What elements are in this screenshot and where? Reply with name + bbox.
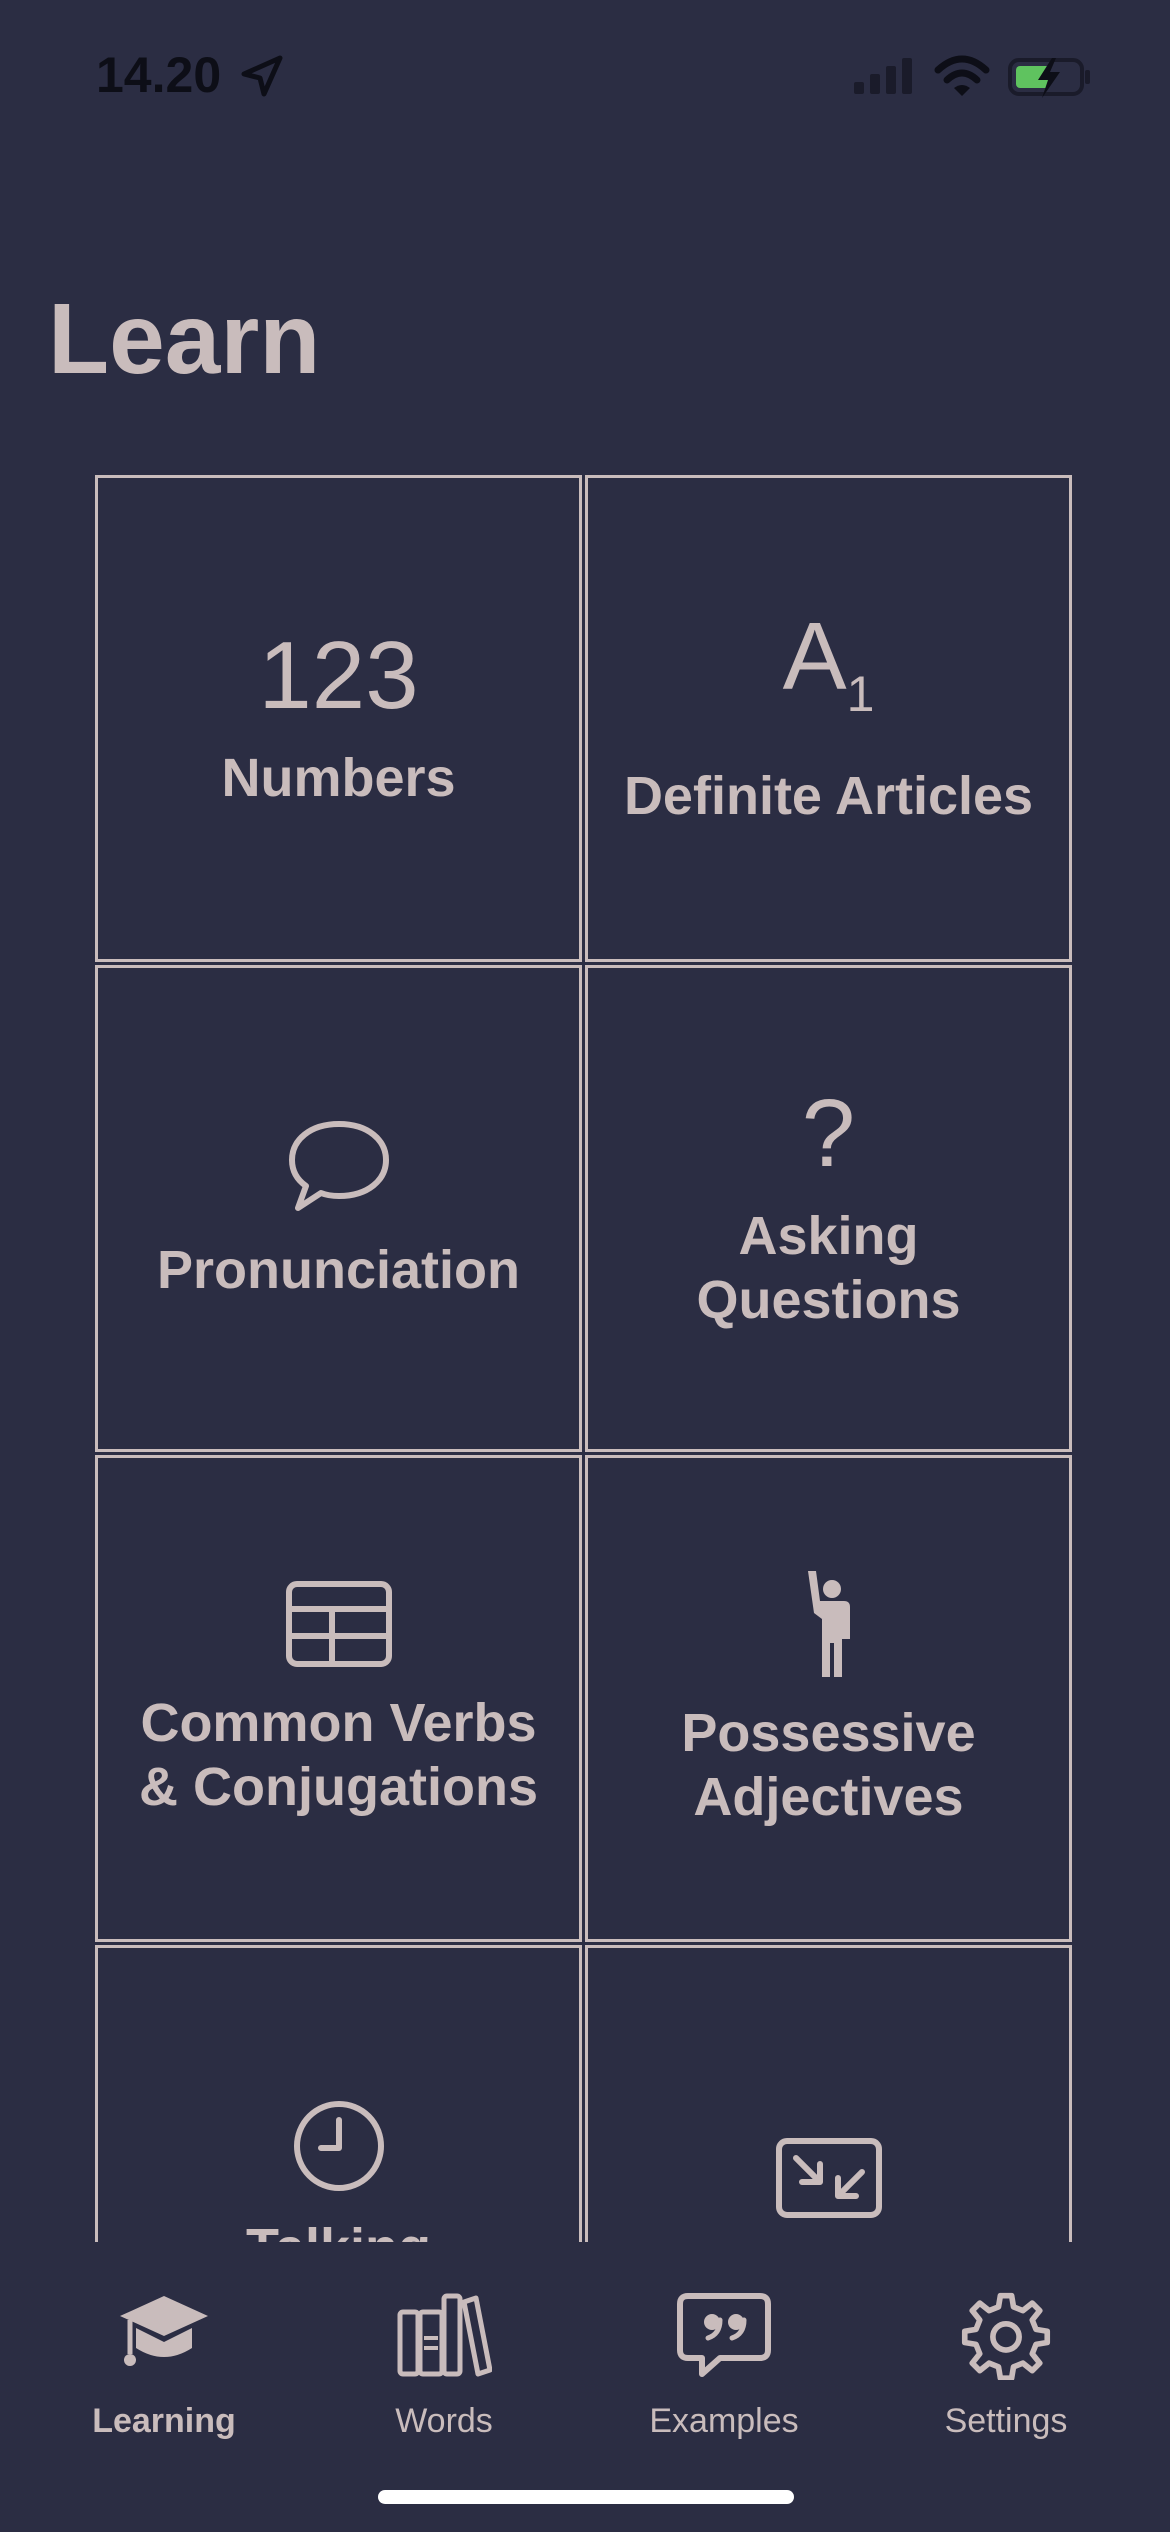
card-pronunciation[interactable]: Pronunciation: [95, 965, 582, 1452]
question-mark-icon: ?: [801, 1079, 856, 1187]
card-numbers[interactable]: 123 Numbers: [95, 475, 582, 962]
person-raising-hand-icon: [807, 1570, 850, 1677]
graduation-cap-icon: [120, 2296, 208, 2366]
home-indicator[interactable]: [378, 2490, 794, 2504]
card-label: Numbers: [221, 747, 456, 808]
tab-words[interactable]: Words: [298, 2242, 590, 2462]
card-label: Pronunciation: [157, 1239, 520, 1300]
tab-bar: Learning Words Examples Settings: [0, 2242, 1170, 2532]
arrows-in-frame-icon: [775, 2137, 882, 2218]
lesson-grid-scroll[interactable]: 123 Numbers A1 Definite Articles Pronunc…: [0, 470, 1170, 2242]
card-label: Talking: [246, 2216, 431, 2243]
tab-settings[interactable]: Settings: [860, 2242, 1152, 2462]
location-arrow-icon: [241, 55, 283, 97]
card-common-verbs[interactable]: Common Verbs & Conjugations: [95, 1455, 582, 1942]
tab-examples[interactable]: Examples: [578, 2242, 870, 2462]
cellular-signal-icon: [854, 58, 912, 94]
clock-icon: [293, 2100, 384, 2191]
card-talking[interactable]: Talking: [95, 1945, 582, 2242]
card-asking-questions[interactable]: ? Asking Questions: [585, 965, 1072, 1452]
page-title: Learn: [48, 283, 321, 395]
speech-bubble-icon: [288, 1120, 389, 1211]
card-label: Possessive Adjectives: [681, 1702, 976, 1827]
card-label: Asking Questions: [696, 1205, 961, 1330]
table-icon: [285, 1580, 392, 1667]
status-time: 14.20: [96, 47, 222, 103]
numbers-icon: 123: [258, 621, 419, 729]
tab-label: Settings: [944, 2402, 1068, 2440]
card-possessive-adjectives[interactable]: Possessive Adjectives: [585, 1455, 1072, 1942]
status-bar: 14.20: [0, 0, 1170, 150]
card-definite-articles[interactable]: A1 Definite Articles: [585, 475, 1072, 962]
battery-charging-icon: [1008, 58, 1090, 98]
books-icon: [397, 2293, 492, 2377]
a1-icon: A1: [782, 603, 875, 723]
wifi-icon: [934, 55, 990, 96]
card-label: Common Verbs & Conjugations: [139, 1692, 538, 1817]
tab-label: Learning: [92, 2402, 236, 2440]
tab-label: Words: [395, 2402, 493, 2440]
tab-learning[interactable]: Learning: [18, 2242, 310, 2462]
card-eighth[interactable]: [585, 1945, 1072, 2242]
card-label: Definite Articles: [623, 766, 1034, 826]
quote-bubble-icon: [677, 2293, 771, 2377]
gear-icon: [961, 2292, 1051, 2380]
tab-label: Examples: [649, 2402, 799, 2440]
